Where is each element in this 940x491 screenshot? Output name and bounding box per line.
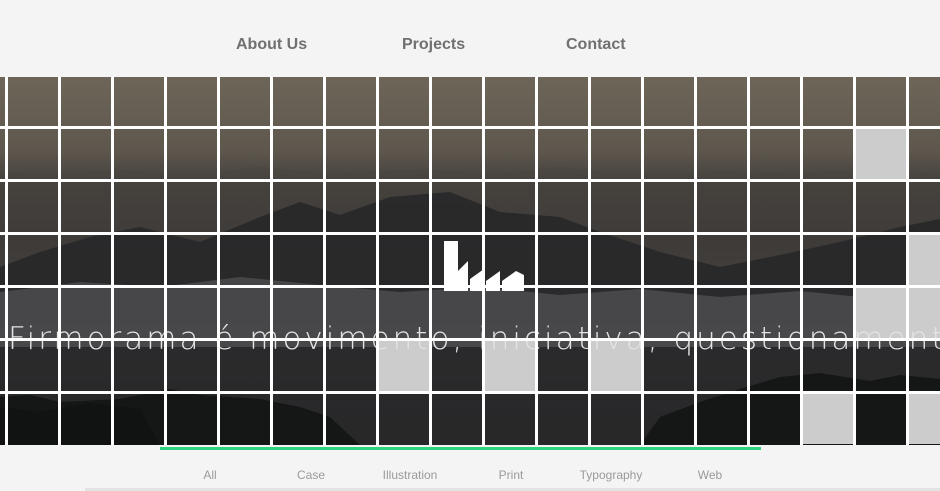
- filter-print[interactable]: Print: [499, 468, 524, 482]
- top-navigation: About Us Projects Contact: [0, 0, 940, 77]
- filter-all[interactable]: All: [203, 468, 216, 482]
- nav-about-us[interactable]: About Us: [236, 36, 307, 54]
- filter-case[interactable]: Case: [297, 468, 325, 482]
- nav-projects[interactable]: Projects: [402, 36, 465, 54]
- firmorama-logo-icon: [444, 241, 524, 291]
- hero-banner: Firmorama é movimento, iniciativa, quest…: [0, 77, 940, 445]
- filter-typography[interactable]: Typography: [580, 468, 643, 482]
- filter-accent-bar: [160, 447, 761, 450]
- project-filter-menu: All Case Illustration Print Typography W…: [160, 468, 761, 484]
- filter-illustration[interactable]: Illustration: [383, 468, 438, 482]
- nav-contact[interactable]: Contact: [566, 36, 626, 54]
- filter-web[interactable]: Web: [698, 468, 722, 482]
